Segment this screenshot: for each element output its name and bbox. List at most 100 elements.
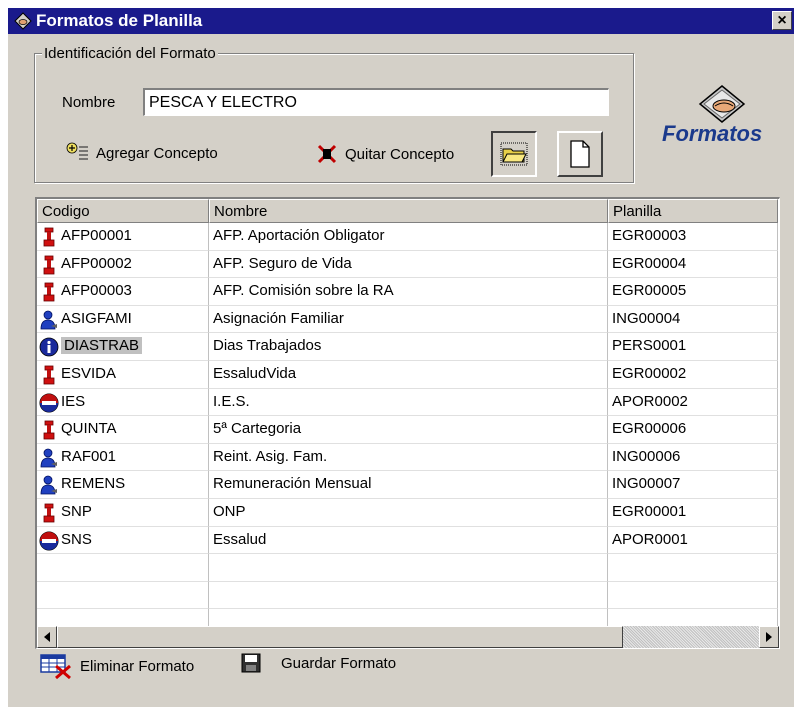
person-icon [40, 310, 57, 330]
table-row[interactable]: QUINTA 5ª Cartegoria EGR00006 [37, 416, 779, 444]
cell-nombre: AFP. Aportación Obligator [209, 223, 608, 251]
cell-codigo: SNP [37, 498, 209, 527]
code-text: QUINTA [61, 420, 117, 438]
code-text: ASIGFAMI [61, 309, 132, 327]
add-concept-button[interactable]: Agregar Concepto [66, 142, 218, 164]
name-text: Remuneración Mensual [213, 475, 372, 493]
cell-planilla: ING00007 [608, 471, 778, 499]
table-row[interactable]: AFP00002 AFP. Seguro de Vida EGR00004 [37, 250, 779, 279]
add-concept-label: Agregar Concepto [96, 144, 218, 162]
cell-codigo: AFP00003 [37, 278, 209, 306]
empty-row [37, 554, 779, 582]
cell-planilla: EGR00002 [608, 360, 778, 389]
name-text: Reint. Asig. Fam. [213, 447, 328, 465]
table-row[interactable]: REMENS Remuneración Mensual ING00007 [37, 471, 779, 499]
remove-concept-button[interactable]: Quitar Concepto [315, 143, 454, 165]
red-marker-icon [43, 282, 55, 302]
code-text: SNS [61, 530, 92, 548]
table-row[interactable]: ESVIDA EssaludVida EGR00002 [37, 360, 779, 389]
name-text: Asignación Familiar [213, 309, 344, 327]
scroll-track[interactable] [623, 626, 759, 648]
planilla-text: EGR00001 [612, 502, 687, 520]
name-text: 5ª Cartegoria [213, 420, 302, 438]
name-text: I.E.S. [213, 392, 250, 410]
planilla-text: APOR0002 [612, 392, 688, 410]
table-row[interactable]: SNS Essalud APOR0001 [37, 526, 779, 555]
name-text: Dias Trabajados [213, 337, 322, 355]
new-document-button[interactable] [557, 131, 603, 177]
cell-planilla: ING00006 [608, 443, 778, 472]
scroll-left-button[interactable] [37, 626, 57, 648]
scroll-thumb[interactable] [57, 626, 623, 648]
code-text: AFP00001 [61, 227, 132, 244]
formatos-logo-icon [698, 85, 746, 123]
close-button[interactable]: × [772, 11, 792, 30]
planilla-text: EGR00006 [612, 420, 687, 438]
name-input[interactable] [143, 88, 609, 116]
code-text: AFP00002 [61, 254, 132, 272]
cell-nombre: EssaludVida [209, 360, 608, 389]
table-row[interactable]: IES I.E.S. APOR0002 [37, 388, 779, 417]
planilla-text: ING00006 [612, 447, 681, 465]
person-icon [40, 448, 57, 468]
add-list-icon [66, 142, 88, 160]
horizontal-scrollbar[interactable] [37, 626, 779, 648]
red-marker-icon [43, 255, 55, 274]
scroll-right-button[interactable] [759, 626, 779, 648]
planilla-text: APOR0001 [612, 530, 688, 548]
column-header-planilla[interactable]: Planilla [608, 199, 778, 223]
cell-planilla: EGR00005 [608, 278, 778, 306]
grid-header: Codigo Nombre Planilla [37, 199, 779, 223]
cell-codigo: QUINTA [37, 416, 209, 444]
cell-nombre: I.E.S. [209, 388, 608, 417]
contribution-icon [39, 393, 59, 413]
cell-codigo: ESVIDA [37, 360, 209, 389]
code-text: DIASTRAB [61, 337, 143, 355]
cell-codigo: RAF001 [37, 443, 209, 472]
cell-codigo: DIASTRAB [37, 333, 209, 361]
red-marker-icon [43, 365, 55, 385]
delete-format-button[interactable]: Eliminar Formato [40, 653, 194, 679]
delete-table-icon [40, 654, 71, 679]
cell-planilla: EGR00001 [608, 498, 778, 527]
cell-codigo: AFP00001 [37, 223, 209, 251]
person-icon [40, 475, 57, 495]
grid-rows: AFP00001 AFP. Aportación Obligator EGR0000… [37, 223, 779, 637]
save-format-label: Guardar Formato [281, 654, 397, 672]
cell-planilla: EGR00003 [608, 223, 778, 251]
cell-codigo: SNS [37, 526, 209, 555]
cell-nombre: Reint. Asig. Fam. [209, 443, 608, 472]
cell-nombre [209, 581, 608, 610]
cell-codigo: IES [37, 388, 209, 417]
cell-codigo: REMENS [37, 471, 209, 499]
name-text: EssaludVida [213, 364, 297, 382]
save-format-button[interactable]: Guardar Formato [241, 653, 396, 673]
column-header-codigo[interactable]: Codigo [37, 199, 209, 223]
planilla-text: EGR00004 [612, 254, 687, 272]
cell-nombre: Dias Trabajados [209, 333, 608, 361]
cell-nombre: Remuneración Mensual [209, 471, 608, 499]
open-folder-button[interactable] [491, 131, 537, 177]
window-title: Formatos de Planilla [36, 11, 203, 30]
code-text: AFP00003 [61, 282, 132, 300]
table-row[interactable]: SNP ONP EGR00001 [37, 498, 779, 527]
column-header-nombre[interactable]: Nombre [209, 199, 608, 223]
table-row[interactable]: ASIGFAMI Asignación Familiar ING00004 [37, 305, 779, 334]
info-icon [39, 337, 59, 357]
name-text: AFP. Comisión sobre la RA [213, 282, 394, 300]
planilla-text: EGR00002 [612, 364, 687, 382]
cell-nombre: ONP [209, 498, 608, 527]
red-marker-icon [43, 503, 55, 523]
delete-format-label: Eliminar Formato [80, 657, 195, 675]
cell-planilla: EGR00004 [608, 250, 778, 279]
code-text: SNP [61, 502, 92, 520]
table-row[interactable]: AFP00003 AFP. Comisión sobre la RA EGR0000… [37, 278, 779, 306]
concepts-grid[interactable]: Codigo Nombre Planilla AFP00001 AFP. Apor… [35, 197, 780, 649]
cell-codigo: ASIGFAMI [37, 305, 209, 334]
table-row[interactable]: AFP00001 AFP. Aportación Obligator EGR0000… [37, 223, 779, 251]
name-text: AFP. Seguro de Vida [213, 254, 352, 272]
floppy-disk-icon [241, 653, 261, 673]
cell-nombre: Asignación Familiar [209, 305, 608, 334]
table-row[interactable]: DIASTRAB Dias Trabajados PERS0001 [37, 333, 779, 361]
table-row[interactable]: RAF001 Reint. Asig. Fam. ING00006 [37, 443, 779, 472]
